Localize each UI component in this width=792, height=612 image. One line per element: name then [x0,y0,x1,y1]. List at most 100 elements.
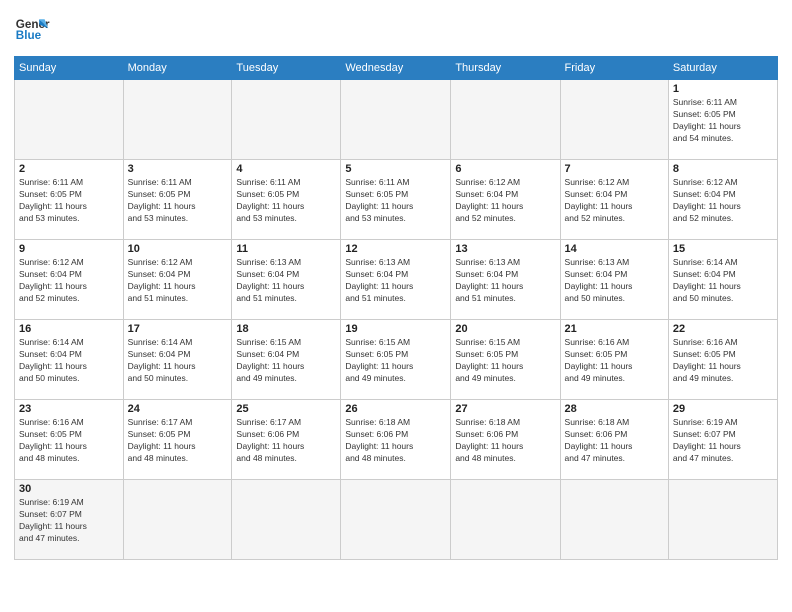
calendar-day-cell: 13Sunrise: 6:13 AM Sunset: 6:04 PM Dayli… [451,240,560,320]
calendar-day-cell: 24 Sunrise: 6:17 AM Sunset: 6:05 PM Dayli… [123,400,232,480]
calendar-day-cell [560,80,668,160]
day-info: Sunrise: 6:16 AM Sunset: 6:05 PM Dayligh… [673,337,773,385]
calendar-day-cell [15,80,124,160]
calendar-day-cell: 5Sunrise: 6:11 AM Sunset: 6:05 PM Daylig… [341,160,451,240]
day-number: 23 [19,403,119,415]
calendar-day-cell [560,480,668,560]
day-info: Sunrise: 6:11 AM Sunset: 6:05 PM Dayligh… [236,177,336,225]
day-number: 12 [345,243,446,255]
day-number: 27 [455,403,555,415]
calendar-day-cell [668,480,777,560]
day-number: 4 [236,163,336,175]
day-number: 7 [565,163,664,175]
calendar-day-cell: 16 Sunrise: 6:14 AM Sunset: 6:04 PM Dayli… [15,320,124,400]
day-info: Sunrise: 6:18 AM Sunset: 6:06 PM Dayligh… [455,417,555,465]
calendar-day-cell: 11 Sunrise: 6:13 AM Sunset: 6:04 PM Dayli… [232,240,341,320]
header: General Blue [14,12,778,48]
day-number: 16 [19,323,119,335]
day-number: 11 [236,243,336,255]
day-number: 8 [673,163,773,175]
calendar-day-cell [123,80,232,160]
weekday-header: Tuesday [232,57,341,80]
day-info: Sunrise: 6:12 AM Sunset: 6:04 PM Dayligh… [19,257,119,305]
day-number: 30 [19,483,119,495]
day-info: Sunrise: 6:16 AM Sunset: 6:05 PM Dayligh… [565,337,664,385]
calendar-day-cell: 6Sunrise: 6:12 AM Sunset: 6:04 PM Daylig… [451,160,560,240]
day-info: Sunrise: 6:11 AM Sunset: 6:05 PM Dayligh… [673,97,773,145]
calendar-day-cell [341,480,451,560]
day-number: 20 [455,323,555,335]
day-number: 15 [673,243,773,255]
day-info: Sunrise: 6:14 AM Sunset: 6:04 PM Dayligh… [19,337,119,385]
day-info: Sunrise: 6:13 AM Sunset: 6:04 PM Dayligh… [236,257,336,305]
day-number: 3 [128,163,228,175]
day-number: 19 [345,323,446,335]
weekday-header: Monday [123,57,232,80]
calendar-week-row: 9 Sunrise: 6:12 AM Sunset: 6:04 PM Daylig… [15,240,778,320]
day-number: 26 [345,403,446,415]
weekday-header: Sunday [15,57,124,80]
calendar-day-cell: 27 Sunrise: 6:18 AM Sunset: 6:06 PM Dayli… [451,400,560,480]
calendar-week-row: 23 Sunrise: 6:16 AM Sunset: 6:05 PM Dayli… [15,400,778,480]
day-info: Sunrise: 6:18 AM Sunset: 6:06 PM Dayligh… [565,417,664,465]
calendar-day-cell [123,480,232,560]
calendar-day-cell: 4 Sunrise: 6:11 AM Sunset: 6:05 PM Daylig… [232,160,341,240]
day-number: 22 [673,323,773,335]
calendar-day-cell: 2 Sunrise: 6:11 AM Sunset: 6:05 PM Daylig… [15,160,124,240]
day-number: 14 [565,243,664,255]
calendar-day-cell: 14 Sunrise: 6:13 AM Sunset: 6:04 PM Dayli… [560,240,668,320]
day-info: Sunrise: 6:14 AM Sunset: 6:04 PM Dayligh… [673,257,773,305]
calendar-week-row: 30 Sunrise: 6:19 AM Sunset: 6:07 PM Dayli… [15,480,778,560]
calendar-day-cell: 22 Sunrise: 6:16 AM Sunset: 6:05 PM Dayli… [668,320,777,400]
calendar-day-cell: 20 Sunrise: 6:15 AM Sunset: 6:05 PM Dayli… [451,320,560,400]
calendar-header-row: SundayMondayTuesdayWednesdayThursdayFrid… [15,57,778,80]
calendar-day-cell [232,80,341,160]
day-info: Sunrise: 6:19 AM Sunset: 6:07 PM Dayligh… [19,497,119,545]
day-number: 2 [19,163,119,175]
calendar-day-cell: 21 Sunrise: 6:16 AM Sunset: 6:05 PM Dayli… [560,320,668,400]
day-info: Sunrise: 6:16 AM Sunset: 6:05 PM Dayligh… [19,417,119,465]
day-info: Sunrise: 6:13 AM Sunset: 6:04 PM Dayligh… [565,257,664,305]
svg-text:Blue: Blue [16,29,42,42]
calendar-day-cell [451,80,560,160]
day-number: 18 [236,323,336,335]
day-info: Sunrise: 6:12 AM Sunset: 6:04 PM Dayligh… [128,257,228,305]
calendar-week-row: 2 Sunrise: 6:11 AM Sunset: 6:05 PM Daylig… [15,160,778,240]
calendar-day-cell: 10Sunrise: 6:12 AM Sunset: 6:04 PM Dayli… [123,240,232,320]
day-number: 24 [128,403,228,415]
calendar-day-cell: 19 Sunrise: 6:15 AM Sunset: 6:05 PM Dayli… [341,320,451,400]
calendar-day-cell [232,480,341,560]
page: General Blue SundayMondayTuesdayWednesda… [0,0,792,612]
day-info: Sunrise: 6:12 AM Sunset: 6:04 PM Dayligh… [673,177,773,225]
day-info: Sunrise: 6:12 AM Sunset: 6:04 PM Dayligh… [455,177,555,225]
day-info: Sunrise: 6:18 AM Sunset: 6:06 PM Dayligh… [345,417,446,465]
calendar-day-cell [451,480,560,560]
day-info: Sunrise: 6:13 AM Sunset: 6:04 PM Dayligh… [345,257,446,305]
day-info: Sunrise: 6:11 AM Sunset: 6:05 PM Dayligh… [19,177,119,225]
weekday-header: Wednesday [341,57,451,80]
day-info: Sunrise: 6:15 AM Sunset: 6:05 PM Dayligh… [455,337,555,385]
day-number: 28 [565,403,664,415]
day-info: Sunrise: 6:17 AM Sunset: 6:05 PM Dayligh… [128,417,228,465]
calendar-day-cell: 1Sunrise: 6:11 AM Sunset: 6:05 PM Daylig… [668,80,777,160]
weekday-header: Saturday [668,57,777,80]
calendar-day-cell: 28 Sunrise: 6:18 AM Sunset: 6:06 PM Dayli… [560,400,668,480]
weekday-header: Friday [560,57,668,80]
calendar-week-row: 1Sunrise: 6:11 AM Sunset: 6:05 PM Daylig… [15,80,778,160]
day-number: 17 [128,323,228,335]
calendar-day-cell: 23 Sunrise: 6:16 AM Sunset: 6:05 PM Dayli… [15,400,124,480]
day-info: Sunrise: 6:15 AM Sunset: 6:04 PM Dayligh… [236,337,336,385]
logo-icon: General Blue [14,12,50,48]
day-info: Sunrise: 6:15 AM Sunset: 6:05 PM Dayligh… [345,337,446,385]
day-number: 9 [19,243,119,255]
calendar-day-cell: 26 Sunrise: 6:18 AM Sunset: 6:06 PM Dayli… [341,400,451,480]
calendar-day-cell: 15 Sunrise: 6:14 AM Sunset: 6:04 PM Dayli… [668,240,777,320]
calendar-day-cell: 30 Sunrise: 6:19 AM Sunset: 6:07 PM Dayli… [15,480,124,560]
day-info: Sunrise: 6:11 AM Sunset: 6:05 PM Dayligh… [128,177,228,225]
calendar-day-cell: 12 Sunrise: 6:13 AM Sunset: 6:04 PM Dayli… [341,240,451,320]
calendar-day-cell: 9 Sunrise: 6:12 AM Sunset: 6:04 PM Daylig… [15,240,124,320]
calendar-week-row: 16 Sunrise: 6:14 AM Sunset: 6:04 PM Dayli… [15,320,778,400]
calendar-day-cell [341,80,451,160]
day-number: 21 [565,323,664,335]
calendar-day-cell: 18 Sunrise: 6:15 AM Sunset: 6:04 PM Dayli… [232,320,341,400]
